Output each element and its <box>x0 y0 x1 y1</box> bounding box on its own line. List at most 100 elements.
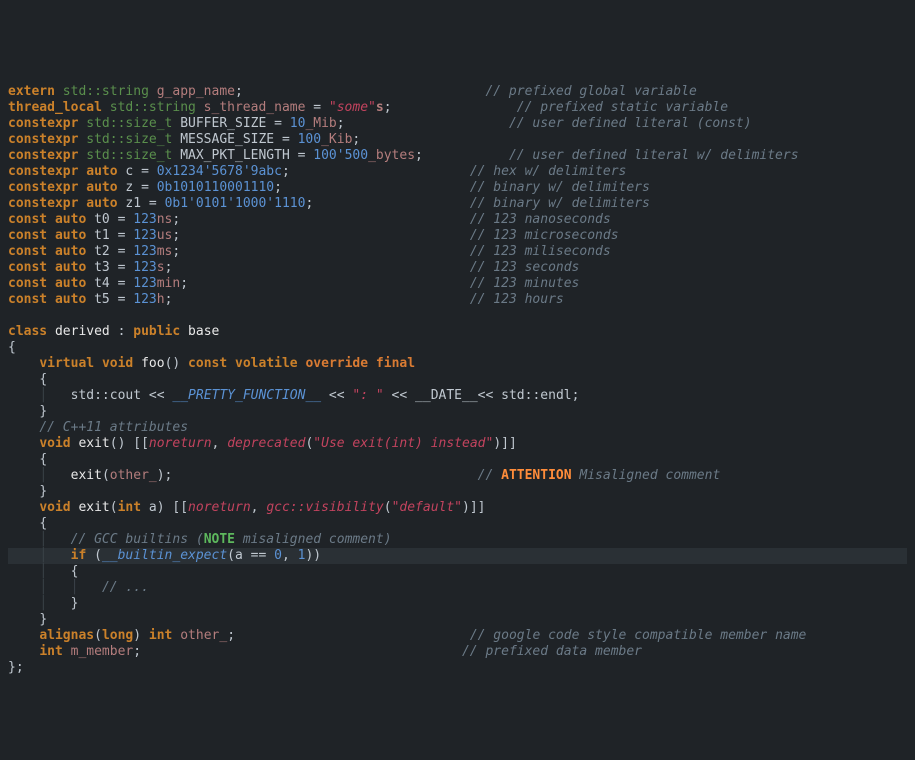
code-block: extern std::string g_app_name; // prefix… <box>8 68 907 676</box>
cout-line: │ std::cout << __PRETTY_FUNCTION__ << ":… <box>8 388 579 403</box>
kw-const: const <box>8 292 47 307</box>
brace-open: { <box>8 340 16 355</box>
arg-a: a <box>235 548 243 563</box>
line-5: constexpr std::size_t MAX_PKT_LENGTH = 1… <box>8 148 799 163</box>
const-name: MAX_PKT_LENGTH <box>180 148 290 163</box>
func-exit: exit <box>78 500 109 515</box>
kw-const: const <box>8 228 47 243</box>
kw-if: if <box>71 548 87 563</box>
kw-int: int <box>39 644 62 659</box>
attr-noreturn: noreturn <box>149 436 212 451</box>
member-other: other_ <box>180 628 227 643</box>
func-exit: exit <box>78 436 109 451</box>
brace-close: } <box>8 404 47 419</box>
func-name: foo <box>141 356 164 371</box>
kw-const: const <box>188 356 227 371</box>
kw-alignas: alignas <box>39 628 94 643</box>
comment: // hex w/ delimiters <box>470 164 627 179</box>
line-1: extern std::string g_app_name; // prefix… <box>8 84 697 99</box>
comment-rest: Misaligned comment <box>572 468 721 483</box>
kw-extern: extern <box>8 84 55 99</box>
type-sizet: std::size_t <box>86 132 172 147</box>
kw-constexpr: constexpr <box>8 132 78 147</box>
kw-auto: auto <box>55 212 86 227</box>
number: 100'500 <box>313 148 368 163</box>
attr-deprecated: deprecated <box>227 436 305 451</box>
line-11: const auto t2 = 123ms; // 123 milisecond… <box>8 244 611 259</box>
literal-suffix: min <box>157 276 180 291</box>
literal-suffix: ms <box>157 244 173 259</box>
var-name: z1 <box>125 196 141 211</box>
string-literal: "Use exit(int) instead" <box>313 436 493 451</box>
number: 123 <box>133 212 156 227</box>
kw-auto: auto <box>55 292 86 307</box>
comment: // C++11 attributes <box>39 420 188 435</box>
dots-line: │ │ // ... <box>8 580 149 595</box>
date-macro: __DATE__ <box>415 388 478 403</box>
comment: // prefixed global variable <box>485 84 696 99</box>
number: 123 <box>133 260 156 275</box>
type-stdstring: std::string <box>63 84 149 99</box>
brace-close: } <box>8 612 47 627</box>
line-12: const auto t3 = 123s; // 123 seconds <box>8 260 579 275</box>
kw-constexpr: constexpr <box>8 116 78 131</box>
note-comment: // GCC builtins (NOTE misaligned comment… <box>71 532 392 547</box>
global-var: g_app_name <box>157 84 235 99</box>
var-name: t3 <box>94 260 110 275</box>
alignas-line: alignas(long) int other_; // google code… <box>8 628 806 643</box>
number: 10 <box>290 116 306 131</box>
comment: // 123 minutes <box>470 276 580 291</box>
kw-auto: auto <box>86 196 117 211</box>
literal-suffix: s <box>376 100 384 115</box>
literal-suffix: us <box>157 228 173 243</box>
comment: // user defined literal w/ delimiters <box>509 148 799 163</box>
kw-auto: auto <box>55 276 86 291</box>
kw-threadlocal: thread_local <box>8 100 102 115</box>
brace-open: │ { <box>8 564 78 579</box>
comment: // prefixed static variable <box>517 100 728 115</box>
comment: // binary w/ delimiters <box>470 180 650 195</box>
comment: // binary w/ delimiters <box>470 196 650 211</box>
literal-suffix: _Kib <box>321 132 352 147</box>
number-zero: 0 <box>274 548 282 563</box>
kw-volatile: volatile <box>235 356 298 371</box>
exit-call-line: │ exit(other_); // ATTENTION Misaligned … <box>8 468 720 483</box>
line-4: constexpr std::size_t MESSAGE_SIZE = 100… <box>8 132 360 147</box>
hex-literal: 0x1234'5678'9abc <box>157 164 282 179</box>
kw-void: void <box>39 500 70 515</box>
attr-gcc-visibility: gcc::visibility <box>266 500 383 515</box>
brace-close: } <box>8 484 47 499</box>
bin-literal: 0b1010110001110 <box>157 180 274 195</box>
mmember-line: int m_member; // prefixed data member <box>8 644 642 659</box>
exit0-decl: void exit() [[noreturn, deprecated("Use … <box>8 436 517 451</box>
comment-dots: // ... <box>102 580 149 595</box>
literal-suffix: _Mib <box>305 116 336 131</box>
comment: // google code style compatible member n… <box>470 628 807 643</box>
kw-int: int <box>118 500 141 515</box>
std-endl: std::endl <box>501 388 571 403</box>
line-10: const auto t1 = 123us; // 123 microsecon… <box>8 228 619 243</box>
comment-lead: // GCC builtins ( <box>71 532 204 547</box>
attention-tag: ATTENTION <box>501 468 571 483</box>
comment: // user defined literal (const) <box>509 116 752 131</box>
bin-literal: 0b1'0101'1000'1110 <box>165 196 306 211</box>
comment: // prefixed data member <box>462 644 642 659</box>
call-exit: exit <box>71 468 102 483</box>
pretty-function-macro: __PRETTY_FUNCTION__ <box>172 388 321 403</box>
var-name: t0 <box>94 212 110 227</box>
literal-suffix: _bytes <box>368 148 415 163</box>
kw-auto: auto <box>55 244 86 259</box>
type-sizet: std::size_t <box>86 116 172 131</box>
comment-rest: misaligned comment) <box>235 532 392 547</box>
var-name: t4 <box>94 276 110 291</box>
type-stdstring: std::string <box>110 100 196 115</box>
number: 123 <box>133 292 156 307</box>
kw-long: long <box>102 628 133 643</box>
class-decl: class derived : public base <box>8 324 219 339</box>
if-line-highlighted: │ if (__builtin_expect(a == 0, 1)) <box>8 548 907 564</box>
const-name: BUFFER_SIZE <box>180 116 266 131</box>
kw-void: void <box>39 436 70 451</box>
line-14: const auto t5 = 123h; // 123 hours <box>8 292 564 307</box>
kw-override: override <box>305 356 368 371</box>
kw-const: const <box>8 276 47 291</box>
